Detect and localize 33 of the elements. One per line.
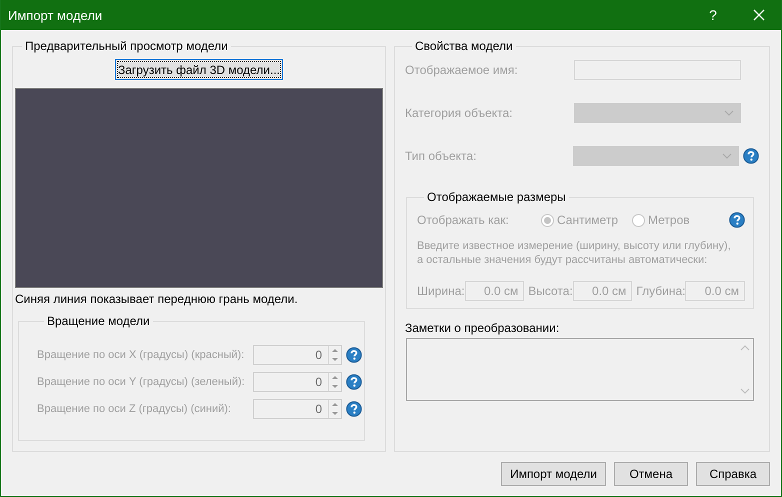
field-label: Отображаемое имя: [405,63,519,77]
close-icon [753,9,765,21]
field-label: Категория объекта: [405,106,514,120]
dialog-button[interactable]: Импорт модели [501,462,606,486]
instruction-text: Введите известное измерение (ширину, высоту или глубину), а остальные значения будут рассчитаны автоматически: [417,239,732,267]
display-as-label: Отображать как: [417,213,510,227]
group-title: Предварительный просмотр модели [24,39,229,53]
name-field[interactable] [574,60,741,80]
help-icon[interactable] [346,401,362,417]
preview-hint: Синяя линия показывает переднюю грань модели. [15,292,299,306]
dialog-button[interactable]: Отмена [614,462,688,486]
group-title: Вращение модели [46,314,151,328]
field-label: Тип объекта: [405,149,478,163]
chevron-down-icon [722,153,732,159]
notes-label: Заметки о преобразовании: [405,321,560,335]
rotation-label: Вращение по оси Y (градусы) (зеленый): [37,376,246,388]
notes-field[interactable] [406,338,754,401]
group-title: Отображаемые размеры [426,190,567,204]
chevron-down-icon [740,388,750,394]
size-label: Высота: [528,284,573,298]
rotation-label: Вращение по оси X (градусы) (красный): [37,349,246,361]
dialog-button[interactable]: Справка [696,462,770,486]
load-model-button[interactable]: Загрузить файл 3D модели... [114,59,284,80]
help-icon[interactable] [346,374,362,390]
size-label: Ширина: [417,284,465,298]
chevron-up-icon [740,345,750,351]
group-title: Свойства модели [414,39,514,53]
window-title: Импорт модели [8,8,104,22]
help-icon[interactable] [346,347,362,363]
help-button[interactable]: ? [690,0,736,30]
rotation-label: Вращение по оси Z (градусы) (синий): [37,403,232,415]
chevron-down-icon [724,110,734,116]
size-label: Глубина: [636,284,686,298]
